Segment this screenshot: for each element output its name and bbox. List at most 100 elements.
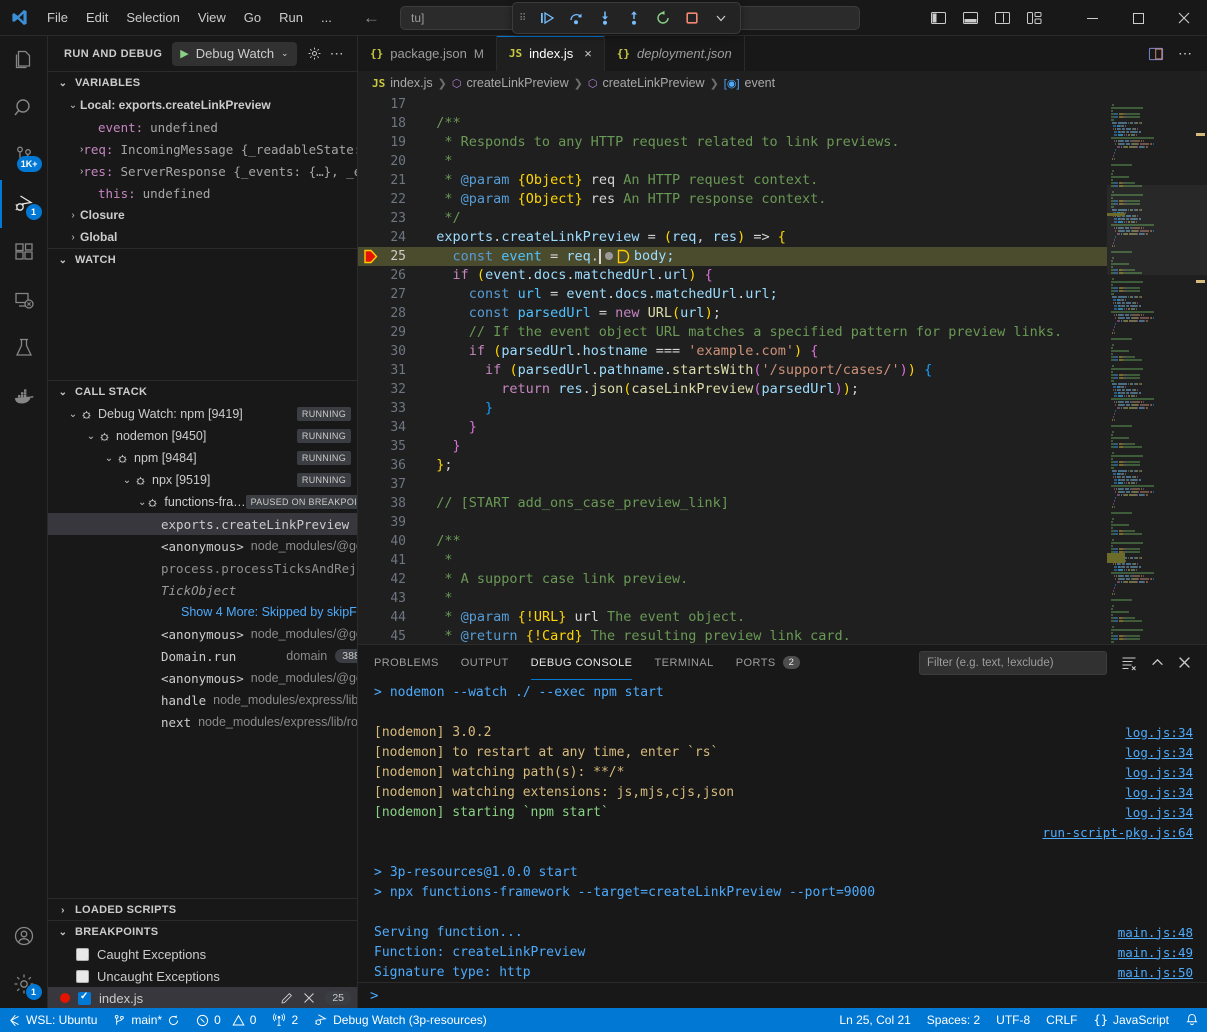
variable-row[interactable]: event: undefined (48, 116, 357, 138)
menu-edit[interactable]: Edit (77, 7, 117, 28)
chevron-down-icon[interactable]: ⌄ (66, 100, 80, 111)
callstack-frame-row[interactable]: TickObject (48, 579, 357, 601)
breadcrumb-item-symbol[interactable]: createLinkPreview (466, 76, 568, 90)
code-line[interactable]: 24 exports.createLinkPreview = (req, res… (358, 228, 1107, 247)
pencil-icon[interactable] (280, 992, 293, 1005)
callstack-frame-row[interactable]: <anonymous> node_modules/@go… (48, 623, 357, 645)
debug-console-repl-input[interactable]: > (358, 982, 1207, 1008)
minimap[interactable] (1107, 95, 1207, 644)
variable-row[interactable]: this: undefined (48, 182, 357, 204)
callstack-session-row[interactable]: ⌄ nodemon [9450] RUNNING (48, 425, 357, 447)
toggle-primary-sidebar-icon[interactable] (930, 11, 947, 25)
menu-run[interactable]: Run (270, 7, 312, 28)
console-source-link[interactable]: run-script-pkg.js:64 (1042, 825, 1207, 840)
callstack-session-row[interactable]: ⌄ Debug Watch: npm [9419] RUNNING (48, 403, 357, 425)
panel-tab-terminal[interactable]: TERMINAL (654, 645, 713, 680)
code-line[interactable]: 43 * (358, 589, 1107, 608)
console-source-link[interactable]: log.js:34 (1125, 805, 1207, 820)
close-button[interactable] (1161, 0, 1207, 36)
status-branch[interactable]: main* (105, 1008, 188, 1032)
tab-package-json[interactable]: {} package.json M (358, 36, 497, 71)
chevron-down-icon[interactable]: ⌄ (84, 431, 98, 442)
code-line[interactable]: 27 const url = event.docs.matchedUrl.url… (358, 285, 1107, 304)
console-source-link[interactable]: log.js:34 (1125, 745, 1207, 760)
code-line[interactable]: 38 // [START add_ons_case_preview_link] (358, 494, 1107, 513)
split-editor-icon[interactable] (1148, 47, 1164, 61)
debug-step-out-button[interactable] (621, 6, 647, 30)
breakpoints-header[interactable]: ⌄ BREAKPOINTS (48, 921, 357, 943)
arrow-left-icon[interactable]: ← (363, 9, 380, 26)
breadcrumb-item-variable[interactable]: event (745, 76, 776, 90)
code-line[interactable]: 34 } (358, 418, 1107, 437)
tab-index-js[interactable]: JS index.js × (497, 36, 605, 71)
status-encoding[interactable]: UTF-8 (988, 1008, 1038, 1032)
callstack-session-row[interactable]: ⌄ npx [9519] RUNNING (48, 469, 357, 491)
code-line[interactable]: 39 (358, 513, 1107, 532)
code-line[interactable]: 30 if (parsedUrl.hostname === 'example.c… (358, 342, 1107, 361)
code-line[interactable]: 22 * @param {Object} res An HTTP respons… (358, 190, 1107, 209)
code-line[interactable]: 45 * @return {!Card} The resulting previ… (358, 627, 1107, 644)
callstack-frame-row[interactable]: process.processTicksAndRejections (48, 557, 357, 579)
menu-go[interactable]: Go (235, 7, 270, 28)
callstack-frame-row[interactable]: next node_modules/express/lib/ro… (48, 711, 357, 733)
breakpoint-enabled-checkbox[interactable] (78, 992, 91, 1005)
breakpoint-arrow-icon[interactable] (364, 249, 378, 264)
code-line[interactable]: 35 } (358, 437, 1107, 456)
status-remote[interactable]: WSL: Ubuntu (0, 1008, 105, 1032)
debug-configuration-dropdown[interactable]: ▶ Debug Watch ⌄ (172, 42, 296, 66)
chevron-right-icon[interactable]: › (66, 210, 80, 221)
code-line[interactable]: 36 }; (358, 456, 1107, 475)
chevron-down-icon[interactable]: ⌄ (138, 497, 146, 508)
variable-row[interactable]: › req: IncomingMessage {_readableState:… (48, 138, 357, 160)
callstack-session-row[interactable]: ⌄ npm [9484] RUNNING (48, 447, 357, 469)
panel-tab-debug-console[interactable]: DEBUG CONSOLE (531, 645, 633, 680)
maximize-button[interactable] (1115, 0, 1161, 36)
callstack-frame-row[interactable]: <anonymous> node_modules/@go… (48, 667, 357, 689)
console-filter-input[interactable]: Filter (e.g. text, !exclude) (919, 651, 1107, 675)
callstack-session-row[interactable]: ⌄ functions-fra… PAUSED ON BREAKPOINT (48, 491, 357, 513)
variable-row-global[interactable]: › Global (48, 226, 357, 248)
callstack-frame-row[interactable]: exports.createLinkPreview ind… (48, 513, 357, 535)
code-line[interactable]: 40 /** (358, 532, 1107, 551)
code-line[interactable]: 44 * @param {!URL} url The event object. (358, 608, 1107, 627)
toggle-secondary-sidebar-icon[interactable] (994, 11, 1011, 25)
breakpoint-row-file[interactable]: index.js 25 (48, 987, 357, 1008)
code-line[interactable]: 33 } (358, 399, 1107, 418)
status-language-mode[interactable]: {} JavaScript (1086, 1008, 1177, 1032)
activity-testing[interactable] (0, 324, 48, 372)
sync-icon[interactable] (167, 1014, 180, 1027)
callstack-frame-row[interactable]: Domain.run domain 388:15 (48, 645, 357, 667)
code-line[interactable]: 23 */ (358, 209, 1107, 228)
callstack-show-more-row[interactable]: Show 4 More: Skipped by skipFiles (48, 601, 357, 623)
watch-header[interactable]: ⌄ WATCH (48, 249, 357, 271)
activity-accounts[interactable] (0, 912, 48, 960)
tab-deployment-json[interactable]: {} deployment.json (605, 36, 745, 71)
caught-exceptions-checkbox[interactable] (76, 948, 89, 961)
activity-extensions[interactable] (0, 228, 48, 276)
clear-console-icon[interactable] (1121, 655, 1137, 671)
chevron-down-icon[interactable] (708, 6, 734, 30)
menu-view[interactable]: View (189, 7, 235, 28)
minimize-button[interactable] (1069, 0, 1115, 36)
code-lines[interactable]: 1718 /**19 * Responds to any HTTP reques… (358, 95, 1107, 644)
variable-row[interactable]: › res: ServerResponse {_events: {…}, _e… (48, 160, 357, 182)
console-source-link[interactable]: log.js:34 (1125, 785, 1207, 800)
minimap-slider[interactable] (1107, 185, 1207, 275)
code-line[interactable]: 31 if (parsedUrl.pathname.startsWith('/s… (358, 361, 1107, 380)
menu-file[interactable]: File (38, 7, 77, 28)
activity-explorer[interactable] (0, 36, 48, 84)
console-source-link[interactable]: main.js:49 (1118, 945, 1207, 960)
code-line[interactable]: 19 * Responds to any HTTP request relate… (358, 133, 1107, 152)
code-editor[interactable]: 1718 /**19 * Responds to any HTTP reques… (358, 95, 1207, 644)
variable-row-closure[interactable]: › Closure (48, 204, 357, 226)
console-source-link[interactable]: main.js:50 (1118, 965, 1207, 980)
breadcrumb-item-symbol[interactable]: createLinkPreview (602, 76, 704, 90)
status-problems[interactable]: 0 0 (188, 1008, 264, 1032)
menu-selection[interactable]: Selection (117, 7, 188, 28)
activity-source-control[interactable]: 1K+ (0, 132, 48, 180)
panel-tab-problems[interactable]: PROBLEMS (374, 645, 439, 680)
breakpoint-row-caught[interactable]: Caught Exceptions (48, 943, 357, 965)
ellipsis-icon[interactable]: ⋯ (330, 45, 345, 62)
debug-step-over-button[interactable] (563, 6, 589, 30)
code-line[interactable]: 29 // If the event object URL matches a … (358, 323, 1107, 342)
